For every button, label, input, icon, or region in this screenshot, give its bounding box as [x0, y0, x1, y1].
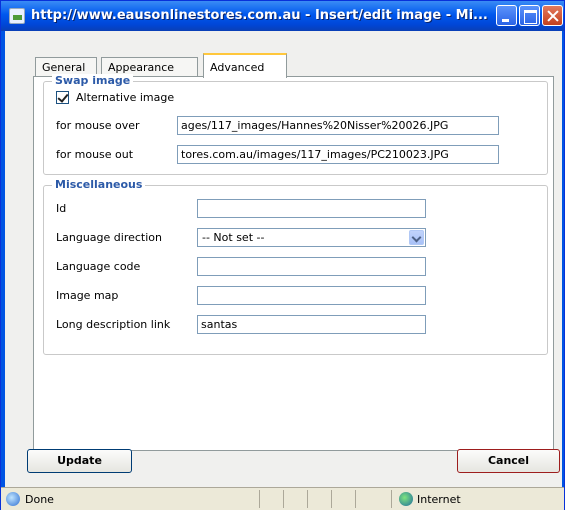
language-direction-label: Language direction: [56, 231, 162, 244]
status-bar: Done Internet: [1, 487, 564, 510]
id-input[interactable]: [197, 199, 426, 218]
long-description-input[interactable]: santas: [197, 315, 426, 334]
dialog-body: General Appearance Advanced Swap image A…: [5, 31, 562, 487]
long-description-label: Long description link: [56, 318, 171, 331]
alternative-image-checkbox[interactable]: [56, 91, 69, 104]
id-label: Id: [56, 202, 67, 215]
status-divider: [355, 490, 356, 508]
minimize-icon[interactable]: [496, 5, 517, 26]
globe-icon: [399, 492, 413, 506]
chevron-down-icon[interactable]: [409, 230, 424, 245]
language-direction-select[interactable]: -- Not set --: [197, 228, 426, 247]
status-text: Done: [25, 493, 54, 506]
alternative-image-label: Alternative image: [76, 91, 175, 104]
security-zone-text: Internet: [417, 493, 461, 506]
image-map-label: Image map: [56, 289, 119, 302]
swap-image-group: Swap image Alternative image for mouse o…: [43, 74, 548, 175]
status-divider: [391, 490, 392, 508]
title-bar[interactable]: http://www.eausonlinestores.com.au - Ins…: [1, 1, 564, 31]
miscellaneous-group: Miscellaneous Id Language direction -- N…: [43, 178, 548, 355]
mouse-out-input[interactable]: tores.com.au/images/117_images/PC210023.…: [177, 145, 499, 164]
ie-page-icon: [6, 492, 20, 506]
language-direction-value: -- Not set --: [202, 231, 265, 244]
miscellaneous-legend: Miscellaneous: [52, 178, 146, 191]
status-divider: [259, 490, 260, 508]
mouse-over-label: for mouse over: [56, 119, 140, 132]
image-map-input[interactable]: [197, 286, 426, 305]
update-button[interactable]: Update: [27, 449, 132, 473]
mouse-out-label: for mouse out: [56, 148, 134, 161]
cancel-button[interactable]: Cancel: [457, 449, 560, 473]
dialog-window: http://www.eausonlinestores.com.au - Ins…: [0, 0, 565, 510]
maximize-icon[interactable]: [519, 5, 540, 26]
mouse-over-input[interactable]: ages/117_images/Hannes%20Nisser%20026.JP…: [177, 116, 499, 135]
status-divider: [307, 490, 308, 508]
advanced-panel: Swap image Alternative image for mouse o…: [33, 74, 554, 451]
page-icon: [9, 8, 25, 24]
language-code-label: Language code: [56, 260, 141, 273]
status-divider: [283, 490, 284, 508]
close-icon[interactable]: [542, 5, 563, 26]
language-code-input[interactable]: [197, 257, 426, 276]
swap-image-legend: Swap image: [52, 74, 134, 87]
status-divider: [331, 490, 332, 508]
window-title: http://www.eausonlinestores.com.au - Ins…: [31, 8, 488, 23]
tab-advanced[interactable]: Advanced: [203, 53, 287, 78]
